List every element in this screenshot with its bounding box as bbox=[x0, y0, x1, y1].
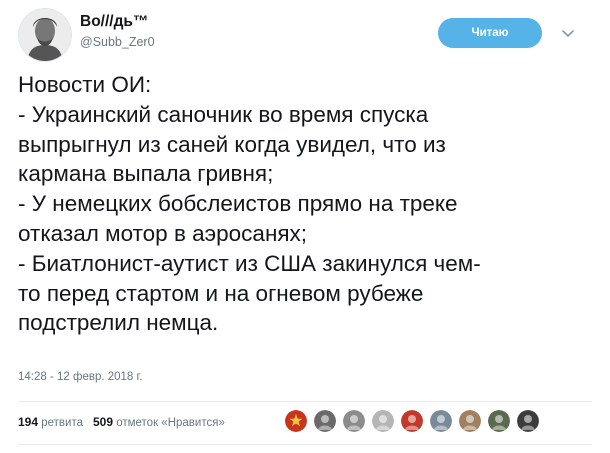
user-avatar[interactable] bbox=[517, 410, 539, 432]
likes-label: отметок «Нравится» bbox=[116, 417, 225, 429]
retweets-stat[interactable]: 194 ретвита bbox=[18, 415, 83, 429]
user-avatar[interactable] bbox=[488, 410, 510, 432]
user-avatar[interactable] bbox=[372, 410, 394, 432]
tweet-text-line: - Украинский саночник во время спуска bbox=[18, 101, 429, 127]
retweets-count: 194 bbox=[18, 415, 39, 429]
tweet-text-line: кармана выпала гривня; bbox=[18, 161, 274, 187]
profile-avatar[interactable] bbox=[18, 8, 72, 62]
liker-avatars bbox=[285, 410, 546, 434]
tweet-text-line: отказал мотор в аэросанях; bbox=[18, 220, 308, 246]
divider bbox=[18, 444, 592, 445]
user-avatar[interactable] bbox=[459, 410, 481, 432]
tweet-text-line: выпрыгнул из саней когда увидел, что из bbox=[18, 131, 446, 157]
retweets-label: ретвита bbox=[41, 417, 83, 429]
display-name[interactable]: Во///дь™ bbox=[80, 13, 148, 31]
user-avatar[interactable] bbox=[430, 410, 452, 432]
tweet-text-line: подстрелил немца. bbox=[18, 310, 219, 336]
ussr-emblem-avatar[interactable] bbox=[285, 410, 307, 432]
chevron-down-icon[interactable] bbox=[560, 25, 576, 41]
tweet-text: Новости ОИ: - Украинский саночник во вре… bbox=[18, 70, 596, 338]
tweet-timestamp[interactable]: 14:28 - 12 февр. 2018 г. bbox=[18, 371, 143, 383]
user-avatar[interactable] bbox=[401, 410, 423, 432]
tweet-card: Во///дь™ @Subb_Zer0 Читаю Новости ОИ: - … bbox=[0, 0, 610, 453]
user-handle[interactable]: @Subb_Zer0 bbox=[80, 35, 155, 49]
likes-stat[interactable]: 509 отметок «Нравится» bbox=[92, 415, 225, 429]
user-avatar[interactable] bbox=[314, 410, 336, 432]
bust-portrait-icon bbox=[19, 9, 71, 61]
tweet-text-line: то перед стартом и на огневом рубеже bbox=[18, 280, 424, 306]
user-avatar[interactable] bbox=[343, 410, 365, 432]
tweet-stats: 194 ретвита 509 отметок «Нравится» bbox=[18, 415, 225, 429]
likes-count: 509 bbox=[92, 415, 114, 429]
tweet-text-line: - У немецких бобслеистов прямо на треке bbox=[18, 191, 458, 217]
divider bbox=[18, 401, 592, 402]
following-button[interactable]: Читаю bbox=[438, 18, 542, 48]
tweet-text-line: - Биатлонист-аутист из США закинулся чем… bbox=[18, 250, 481, 276]
tweet-text-line: Новости ОИ: bbox=[18, 72, 152, 97]
